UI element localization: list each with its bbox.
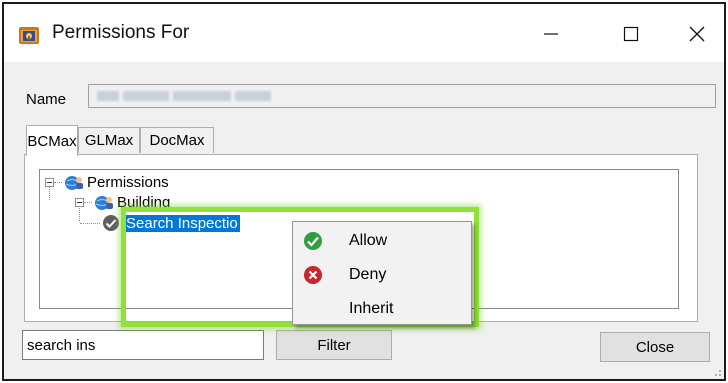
minimize-button[interactable] — [526, 14, 576, 54]
check-circle-green-icon — [304, 232, 322, 250]
minimize-icon — [544, 33, 558, 35]
close-icon — [689, 26, 705, 42]
window-title: Permissions For — [52, 22, 190, 43]
collapse-toggle[interactable] — [45, 178, 54, 187]
x-circle-red-icon — [304, 266, 322, 284]
context-menu: Allow Deny Inherit — [292, 221, 472, 325]
blurred-text — [97, 91, 119, 101]
filter-button[interactable]: Filter — [276, 330, 392, 360]
globe-users-icon — [65, 175, 83, 190]
menu-item-label: Allow — [349, 232, 388, 249]
tree-line — [84, 202, 92, 203]
lock-folder-icon — [19, 27, 39, 44]
menu-item-label: Deny — [349, 266, 387, 283]
maximize-icon — [623, 26, 639, 42]
check-circle-gray-icon — [103, 215, 119, 231]
close-window-button[interactable] — [672, 14, 722, 54]
menu-item-deny[interactable]: Deny — [293, 258, 471, 292]
tree-node-building[interactable]: Building — [75, 194, 170, 211]
tree-node-label: Permissions — [87, 174, 169, 191]
maximize-button[interactable] — [606, 14, 656, 54]
name-label: Name — [26, 91, 67, 108]
tree-node-label-selected: Search Inspectio — [124, 214, 240, 232]
blurred-text — [235, 91, 271, 101]
collapse-toggle[interactable] — [75, 198, 84, 207]
blurred-text — [173, 91, 231, 101]
search-input[interactable]: search ins — [22, 330, 264, 360]
menu-item-label: Inherit — [349, 300, 394, 317]
tab-glmax[interactable]: GLMax — [78, 127, 140, 153]
tree-node-permissions[interactable]: Permissions — [45, 174, 169, 191]
tree-line — [54, 182, 62, 183]
menu-item-inherit[interactable]: Inherit — [293, 292, 471, 326]
tree-line — [80, 222, 100, 224]
tree-node-label: Building — [117, 194, 171, 211]
resize-grip-icon[interactable] — [710, 365, 722, 377]
blurred-text — [123, 91, 169, 101]
tree-node-search-inspection[interactable]: Search Inspectio — [80, 214, 240, 232]
globe-users-icon — [95, 195, 113, 210]
close-button[interactable]: Close — [600, 332, 710, 362]
title-bar[interactable]: Permissions For — [4, 4, 724, 62]
name-field[interactable] — [88, 84, 716, 108]
tab-bcmax[interactable]: BCMax — [26, 125, 78, 156]
tab-docmax[interactable]: DocMax — [140, 127, 214, 153]
menu-item-allow[interactable]: Allow — [293, 224, 471, 258]
